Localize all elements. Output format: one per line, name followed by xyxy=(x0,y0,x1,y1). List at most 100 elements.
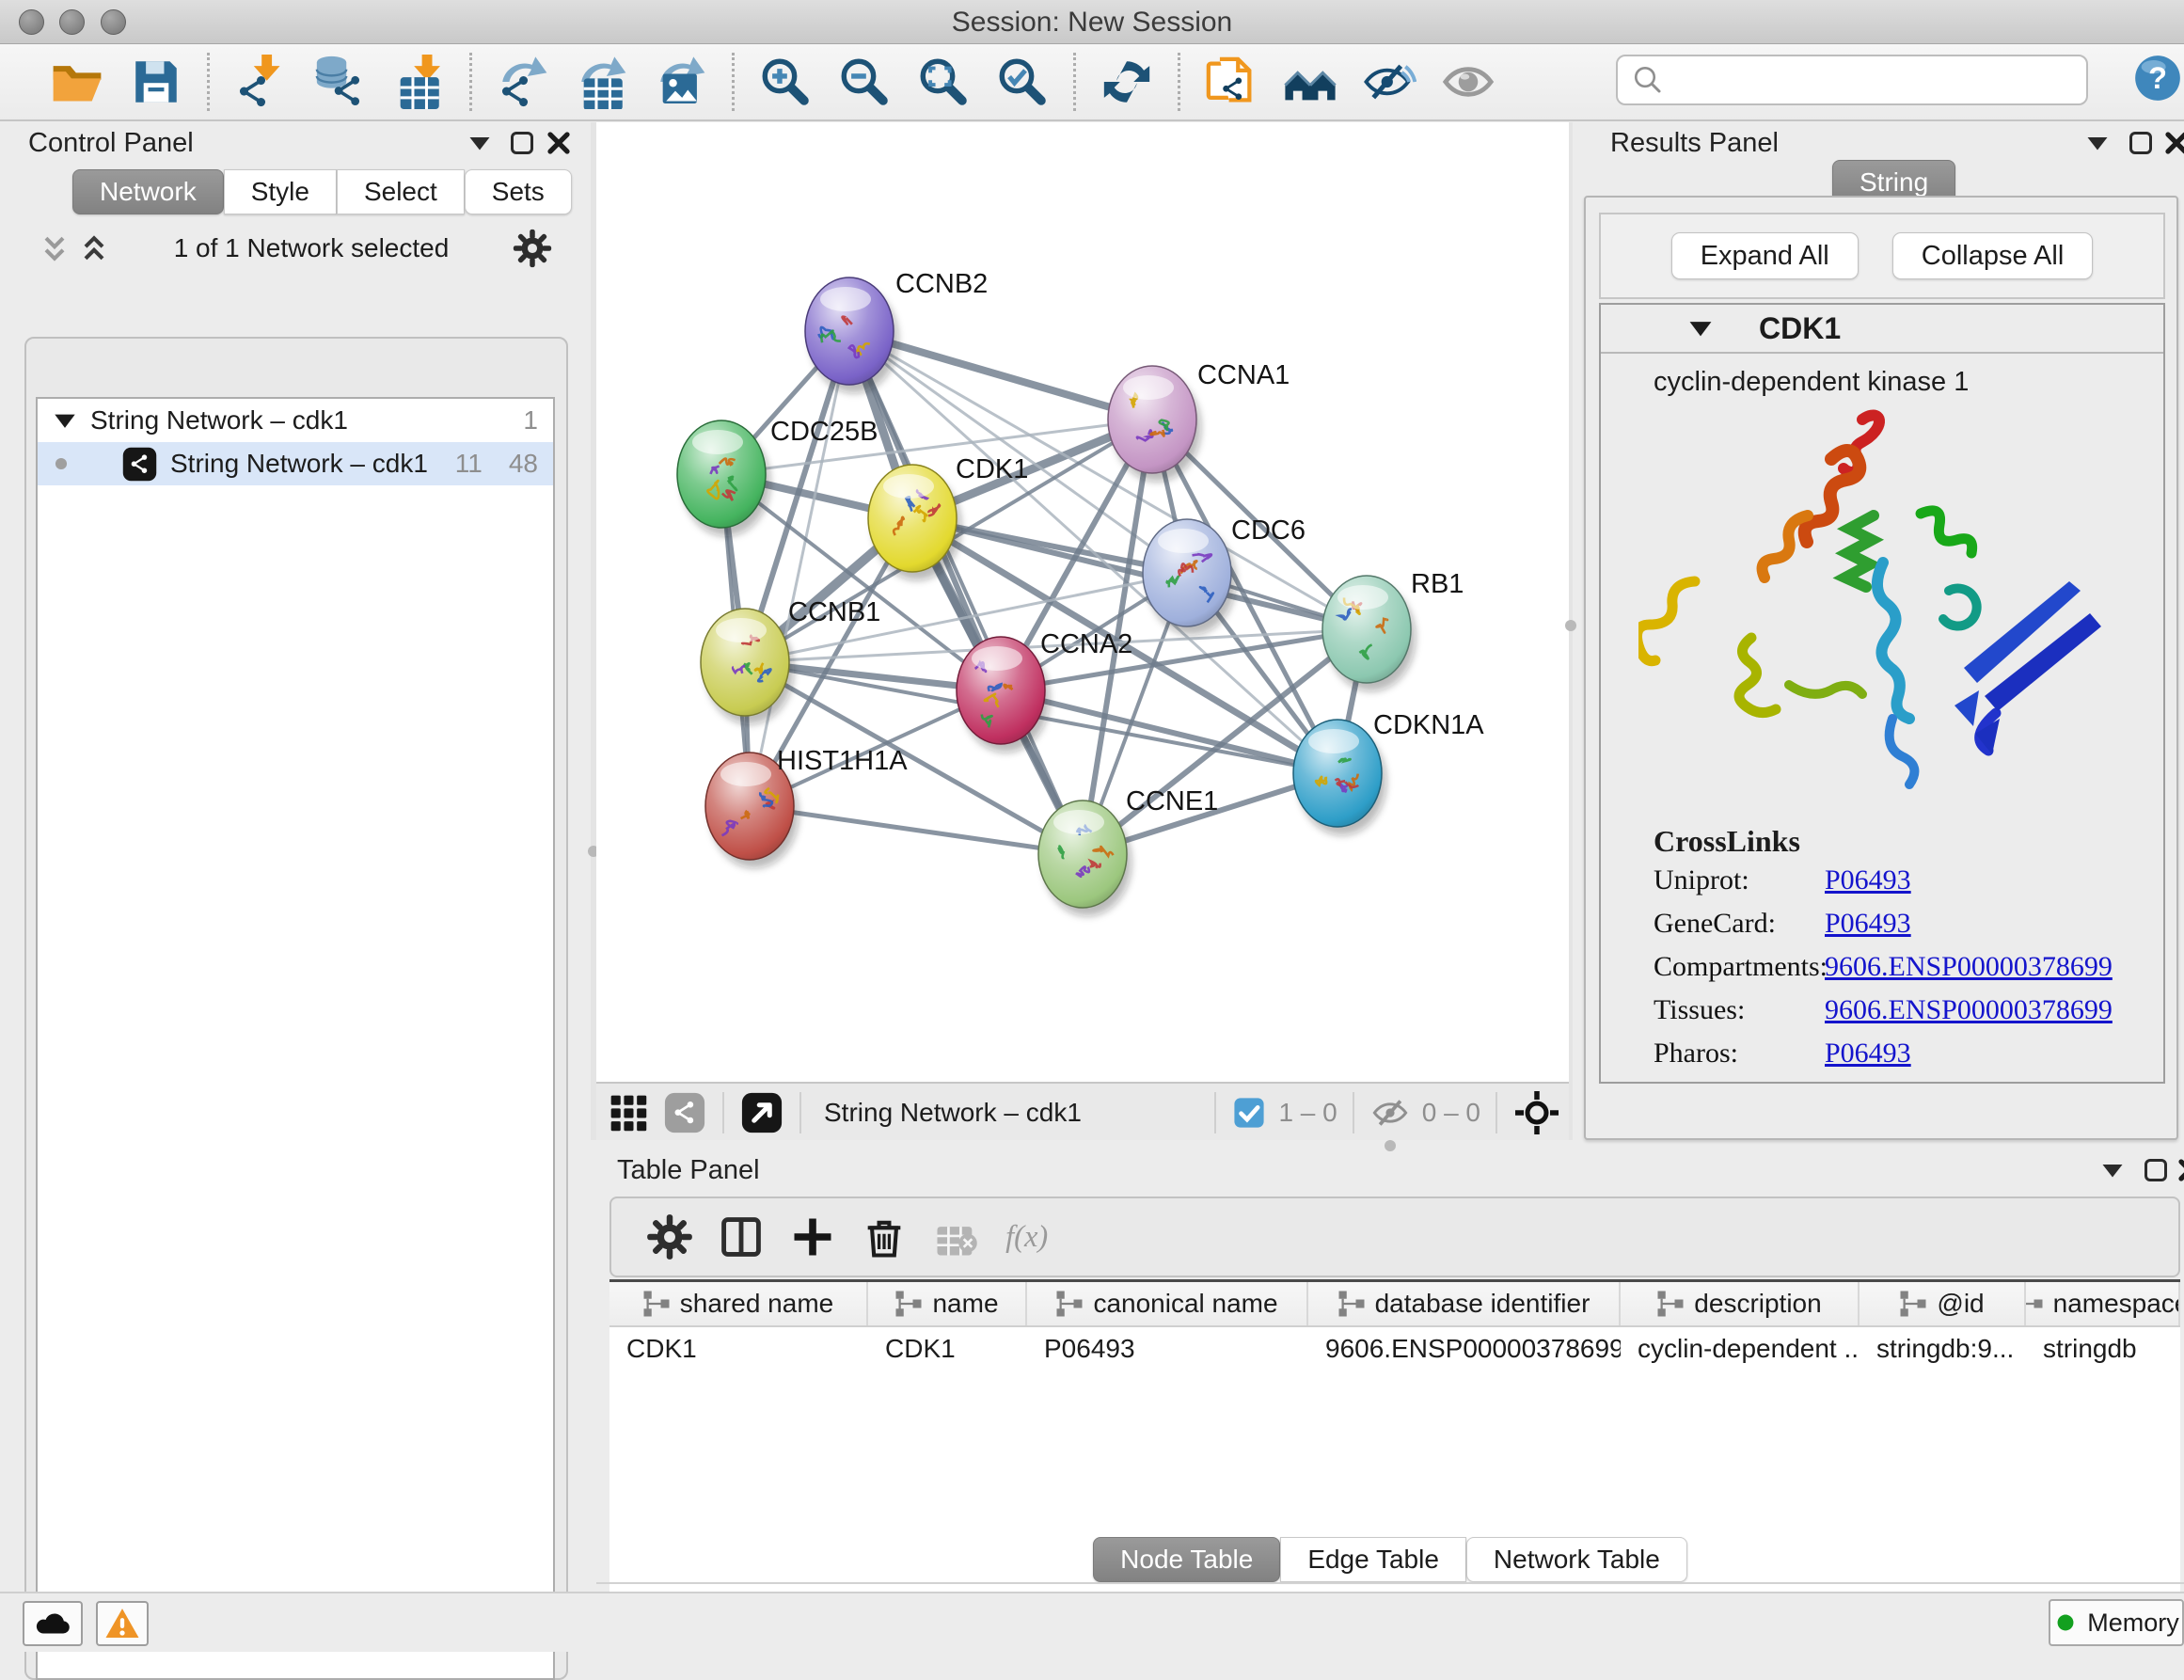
string-home-button[interactable] xyxy=(1283,55,1337,109)
table-cell[interactable]: stringdb xyxy=(2026,1327,2180,1371)
network-node-CCNE1[interactable] xyxy=(1038,800,1132,916)
network-row[interactable]: String Network – cdk1 11 48 xyxy=(38,442,553,485)
help-button[interactable]: ? xyxy=(2133,54,2182,103)
memory-button[interactable]: Memory xyxy=(2049,1599,2184,1646)
tab-node-table[interactable]: Node Table xyxy=(1093,1537,1280,1582)
network-node-CCNA1[interactable] xyxy=(1108,366,1201,482)
tab-network[interactable]: Network xyxy=(72,169,224,214)
network-edge-HIST1H1A-CCNE1[interactable] xyxy=(750,806,1083,854)
zoom-fit-button[interactable] xyxy=(916,55,971,109)
export-table-button[interactable] xyxy=(575,55,629,109)
refresh-button[interactable] xyxy=(1100,55,1154,109)
zoom-selected-button[interactable] xyxy=(995,55,1050,109)
show-columns-icon[interactable] xyxy=(717,1212,766,1261)
birds-eye-view-icon[interactable] xyxy=(741,1092,783,1133)
zoom-out-button[interactable] xyxy=(837,55,892,109)
results-panel-collapse-icon[interactable] xyxy=(2081,126,2114,160)
fit-crosshair-icon[interactable] xyxy=(1514,1090,1559,1135)
column-header-description[interactable]: description xyxy=(1621,1282,1860,1325)
table-panel-collapse-icon[interactable] xyxy=(2096,1153,2129,1187)
table-panel-float-icon[interactable] xyxy=(2139,1153,2173,1187)
window-close-button[interactable] xyxy=(19,9,44,35)
column-header-shared-name[interactable]: shared name xyxy=(609,1282,868,1325)
collapse-all-button[interactable]: Collapse All xyxy=(1892,232,2094,279)
crosslink-link[interactable]: P06493 xyxy=(1825,908,1911,940)
node-label-CCNB2: CCNB2 xyxy=(895,269,988,299)
network-node-CDK1[interactable] xyxy=(868,465,961,580)
column-fork-icon xyxy=(642,1290,671,1318)
results-panel-close-icon[interactable] xyxy=(2160,126,2184,160)
selected-checkbox-icon[interactable] xyxy=(1233,1097,1265,1129)
column-header-namespace[interactable]: namespace xyxy=(2026,1282,2180,1325)
tab-select[interactable]: Select xyxy=(337,169,465,214)
cloud-button[interactable] xyxy=(23,1601,83,1646)
tab-edge-table[interactable]: Edge Table xyxy=(1280,1537,1466,1582)
column-header-name[interactable]: name xyxy=(868,1282,1027,1325)
collection-expander-icon[interactable] xyxy=(51,406,79,435)
table-cell[interactable]: stringdb:9... xyxy=(1860,1327,2026,1371)
column-header-at-id[interactable]: @id xyxy=(1860,1282,2026,1325)
open-folder-button[interactable] xyxy=(50,55,104,109)
view-string-badge-icon[interactable] xyxy=(664,1092,705,1133)
crosslink-link[interactable]: 9606.ENSP00000378699 xyxy=(1825,994,2113,1026)
table-cell[interactable]: CDK1 xyxy=(868,1327,1027,1371)
control-panel-float-icon[interactable] xyxy=(505,126,539,160)
column-header-label: name xyxy=(932,1289,998,1319)
hidden-eye-icon[interactable] xyxy=(1371,1094,1409,1132)
table-cell[interactable]: P06493 xyxy=(1027,1327,1308,1371)
network-node-CCNA2[interactable] xyxy=(957,637,1050,753)
column-header-database-identifier[interactable]: database identifier xyxy=(1308,1282,1621,1325)
control-panel-close-icon[interactable] xyxy=(542,126,576,160)
table-cell[interactable]: cyclin-dependent ... xyxy=(1621,1327,1860,1371)
view-grid-icon[interactable] xyxy=(608,1092,649,1133)
network-selected-status: 1 of 1 Network selected xyxy=(111,233,512,263)
crosslink-link[interactable]: P06493 xyxy=(1825,864,1911,896)
table-row[interactable]: CDK1CDK1P064939606.ENSP00000378699cyclin… xyxy=(609,1327,2180,1371)
control-panel-collapse-icon[interactable] xyxy=(463,126,497,160)
splitter-handle-bottom[interactable] xyxy=(1385,1140,1396,1151)
import-network-button[interactable] xyxy=(233,55,288,109)
window-zoom-button[interactable] xyxy=(101,9,126,35)
network-node-CCNB1[interactable] xyxy=(701,609,794,724)
tab-sets[interactable]: Sets xyxy=(465,169,572,214)
window-minimize-button[interactable] xyxy=(59,9,85,35)
expand-all-networks-icon[interactable] xyxy=(77,231,111,265)
crosslink-link[interactable]: 9606.ENSP00000378699 xyxy=(1825,951,2113,983)
import-database-button[interactable] xyxy=(312,55,367,109)
network-collection-row[interactable]: String Network – cdk1 1 xyxy=(38,399,553,442)
delete-column-icon[interactable] xyxy=(860,1212,909,1261)
tab-style[interactable]: Style xyxy=(224,169,337,214)
network-options-gear-icon[interactable] xyxy=(512,228,553,269)
table-settings-gear-icon[interactable] xyxy=(645,1212,694,1261)
results-panel-float-icon[interactable] xyxy=(2124,126,2158,160)
search-input[interactable] xyxy=(1672,65,2086,96)
save-button[interactable] xyxy=(129,55,183,109)
export-image-button[interactable] xyxy=(654,55,708,109)
table-cell[interactable]: CDK1 xyxy=(609,1327,868,1371)
tab-network-table[interactable]: Network Table xyxy=(1466,1537,1687,1582)
table-panel-close-icon[interactable] xyxy=(2173,1153,2184,1187)
network-node-RB1[interactable] xyxy=(1322,576,1416,691)
network-node-CDC6[interactable] xyxy=(1143,519,1236,635)
zoom-in-button[interactable] xyxy=(758,55,813,109)
network-node-CCNB2[interactable] xyxy=(805,277,898,393)
expand-all-button[interactable]: Expand All xyxy=(1671,232,1859,279)
gene-expander-icon[interactable] xyxy=(1685,313,1716,343)
add-column-icon[interactable] xyxy=(788,1212,837,1261)
warnings-button[interactable] xyxy=(96,1601,149,1646)
network-canvas[interactable]: CCNB2CCNA1CDC25BCDK1CDC6RB1CCNB1CCNA2CDK… xyxy=(596,122,1569,1082)
import-table-button[interactable] xyxy=(391,55,446,109)
node-label-CCNE1: CCNE1 xyxy=(1126,786,1218,816)
clone-network-button[interactable] xyxy=(1204,55,1258,109)
gene-section-header[interactable]: CDK1 xyxy=(1601,305,2163,354)
network-edge-count: 48 xyxy=(509,449,538,479)
collapse-all-networks-icon[interactable] xyxy=(38,231,71,265)
table-cell[interactable]: 9606.ENSP00000378699 xyxy=(1308,1327,1621,1371)
show-graphics-button[interactable] xyxy=(1441,55,1496,109)
export-network-button[interactable] xyxy=(496,55,550,109)
network-edge-CCNB2-HIST1H1A[interactable] xyxy=(750,331,849,806)
hide-graphics-button[interactable] xyxy=(1362,55,1416,109)
column-header-canonical-name[interactable]: canonical name xyxy=(1027,1282,1308,1325)
crosslink-link[interactable]: P06493 xyxy=(1825,1038,1911,1070)
search-field[interactable] xyxy=(1616,55,2088,105)
